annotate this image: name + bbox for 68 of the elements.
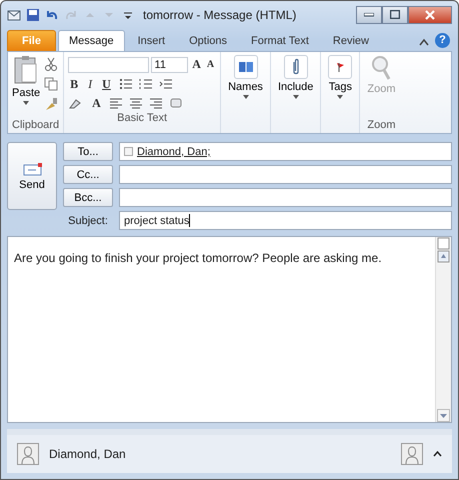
bullet-list-icon[interactable] <box>118 78 133 90</box>
envelope-icon <box>21 162 43 176</box>
scissors-icon[interactable] <box>44 56 58 71</box>
book-icon <box>238 61 253 72</box>
address-button[interactable]: Bcc... <box>63 188 113 208</box>
copy-icon[interactable] <box>44 76 58 91</box>
contact-checkbox-icon <box>124 147 133 156</box>
save-icon[interactable] <box>26 8 40 22</box>
minimize-button[interactable] <box>356 6 382 24</box>
close-button[interactable] <box>408 6 452 24</box>
window-title: tomorrow - Message (HTML) <box>142 8 298 22</box>
envelope-icon[interactable] <box>7 8 21 22</box>
paste-button[interactable]: Paste <box>12 54 40 118</box>
italic-button[interactable]: I <box>86 76 94 92</box>
bold-button[interactable]: B <box>68 76 80 92</box>
reading-pane-icon[interactable] <box>437 237 450 264</box>
underline-button[interactable]: U <box>100 76 113 92</box>
dropdown-arrow-icon <box>242 94 249 99</box>
ribbon-tab[interactable]: Options <box>178 30 238 51</box>
recipient-field[interactable]: Diamond, Dan; <box>119 142 452 162</box>
ribbon-button[interactable]: Names <box>225 54 266 134</box>
scroll-down-icon[interactable] <box>437 409 450 422</box>
minimize-icon <box>364 12 374 17</box>
flag-icon <box>337 62 344 72</box>
group-label: Zoom <box>366 118 397 134</box>
ribbon-button[interactable]: Tags <box>325 54 356 134</box>
font-size-field[interactable]: 11 <box>150 56 188 73</box>
align-right-icon[interactable] <box>148 97 163 110</box>
group-label: Clipboard <box>12 118 60 134</box>
scrollbar[interactable] <box>435 237 451 422</box>
contact-name[interactable]: Diamond, Dan <box>49 447 126 462</box>
grow-font-button[interactable]: A <box>190 57 203 72</box>
magnifier-icon <box>370 54 392 81</box>
address-button[interactable]: To... <box>63 142 113 162</box>
numbered-list-icon[interactable] <box>138 78 153 90</box>
align-center-icon[interactable] <box>128 97 143 110</box>
shrink-font-button[interactable]: A <box>204 59 216 70</box>
paperclip-icon <box>293 58 298 74</box>
brush-icon[interactable] <box>44 96 58 111</box>
address-button[interactable]: Cc... <box>63 165 113 184</box>
ribbon-tab[interactable]: Review <box>322 30 380 51</box>
align-left-icon[interactable] <box>108 97 123 110</box>
send-button[interactable]: Send <box>7 142 57 210</box>
recipient-field[interactable] <box>119 188 452 208</box>
expand-icon[interactable] <box>433 451 442 458</box>
ribbon-tab[interactable]: Format Text <box>240 30 320 51</box>
collapse-ribbon-icon[interactable] <box>419 38 429 46</box>
avatar-icon <box>17 443 39 466</box>
avatar-icon <box>401 443 423 466</box>
ribbon-button[interactable]: Include <box>274 54 316 134</box>
maximize-icon <box>390 10 400 20</box>
ribbon-tab[interactable]: Insert <box>126 30 176 51</box>
recipient-field[interactable] <box>119 165 452 184</box>
font-color-button[interactable]: A <box>90 96 103 111</box>
indent-icon[interactable] <box>158 78 173 90</box>
subject-label: Subject: <box>67 214 109 227</box>
dropdown-arrow-icon <box>23 100 30 105</box>
ribbon-tab[interactable]: Message <box>58 30 125 51</box>
maximize-button[interactable] <box>382 6 408 24</box>
subject-field[interactable]: project status <box>119 211 452 230</box>
help-button[interactable]: ? <box>435 32 450 48</box>
group-label: Basic Text <box>116 110 168 126</box>
font-name-field[interactable] <box>68 56 149 73</box>
dropdown-arrow-icon <box>292 94 299 99</box>
close-icon <box>425 10 435 20</box>
clipboard-icon <box>13 54 40 85</box>
recipient-name[interactable]: Diamond, Dan; <box>137 146 210 158</box>
dropdown-arrow-icon <box>337 94 344 99</box>
